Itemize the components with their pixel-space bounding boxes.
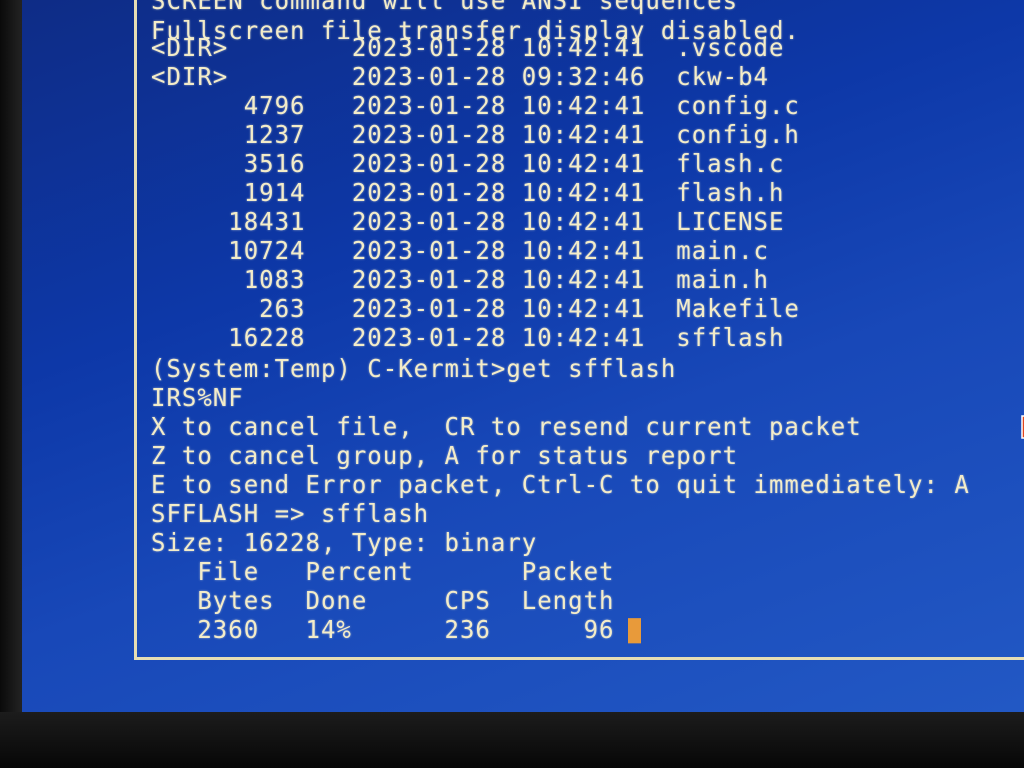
transfer-help-line: E to send Error packet, Ctrl-C to quit i… [151, 470, 970, 500]
mouse-pointer-icon [1021, 415, 1024, 439]
dir-listing-row: 4796 2023-01-28 10:42:41 config.c [151, 91, 800, 121]
kermit-terminal-window[interactable]: SCREEN command will use ANSI sequences F… [134, 0, 1024, 660]
dir-listing-row: 1083 2023-01-28 10:42:41 main.h [151, 265, 769, 295]
dir-listing-row: 3516 2023-01-28 10:42:41 flash.c [151, 149, 785, 179]
dir-listing-row: 18431 2023-01-28 10:42:41 LICENSE [151, 207, 785, 237]
block-cursor-icon [628, 618, 642, 644]
terminal-line: SCREEN command will use ANSI sequences [151, 0, 739, 16]
transfer-filename-line: SFFLASH => sfflash [151, 499, 430, 529]
transfer-help-line: X to cancel file, CR to resend current p… [151, 412, 862, 442]
terminal-line: IRS%NF [151, 383, 244, 413]
dir-listing-row: 1914 2023-01-28 10:42:41 flash.h [151, 178, 785, 208]
monitor-screen: SCREEN command will use ANSI sequences F… [22, 0, 1024, 712]
dir-listing-row: 1237 2023-01-28 10:42:41 config.h [151, 120, 800, 150]
transfer-stats-values-row: 2360 14% 236 96 [151, 615, 642, 645]
dir-listing-row: <DIR> 2023-01-28 09:32:46 ckw-b4 [151, 62, 769, 92]
transfer-help-line: Z to cancel group, A for status report [151, 441, 739, 471]
transfer-stats-values: 2360 14% 236 96 [151, 615, 615, 645]
command-prompt-line: (System:Temp) C-Kermit>get sfflash [151, 354, 677, 384]
dir-listing-row: 16228 2023-01-28 10:42:41 sfflash [151, 323, 785, 353]
dir-listing-row: <DIR> 2023-01-28 10:42:41 .vscode [151, 33, 785, 63]
monitor-bezel-bottom [0, 712, 1024, 768]
transfer-stats-header: File Percent Packet [151, 557, 615, 587]
transfer-size-line: Size: 16228, Type: binary [151, 528, 538, 558]
dir-listing-row: 263 2023-01-28 10:42:41 Makefile [151, 294, 800, 324]
transfer-stats-header: Bytes Done CPS Length [151, 586, 615, 616]
dir-listing-row: 10724 2023-01-28 10:42:41 main.c [151, 236, 769, 266]
